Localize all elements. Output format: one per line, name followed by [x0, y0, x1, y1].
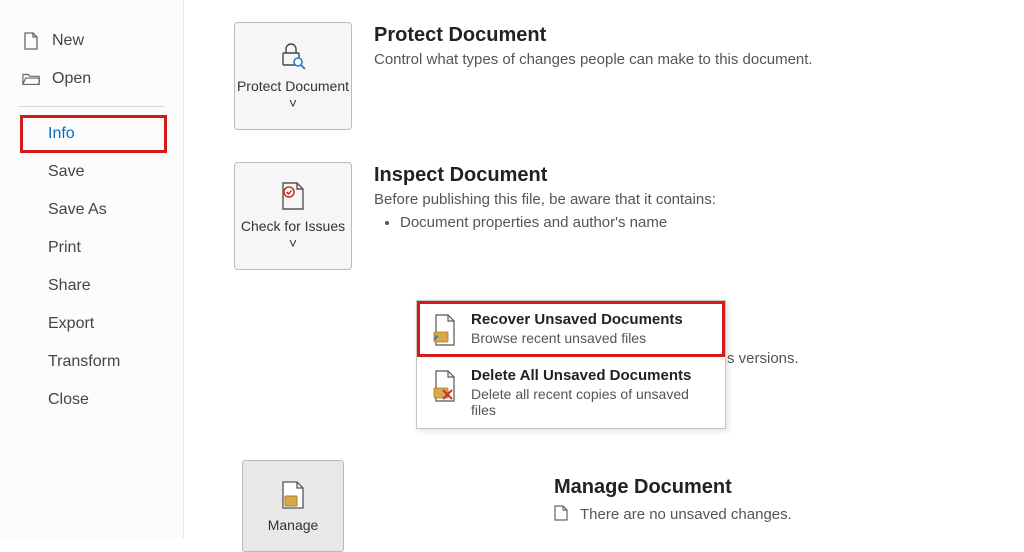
delete-text: Delete All Unsaved Documents Delete all … — [471, 367, 711, 418]
sidebar-label-info: Info — [48, 125, 75, 143]
protect-tile-label: Protect Document ˅ — [235, 78, 351, 112]
delete-desc: Delete all recent copies of unsaved file… — [471, 386, 711, 418]
protect-desc: Control what types of changes people can… — [374, 51, 813, 68]
sidebar-label-share: Share — [48, 277, 91, 295]
sidebar-item-share[interactable]: Share — [0, 267, 183, 305]
inspect-text: Inspect Document Before publishing this … — [374, 162, 716, 231]
manage-document-menu: Recover Unsaved Documents Browse recent … — [416, 300, 726, 429]
sidebar-label-save-as: Save As — [48, 201, 107, 219]
sidebar-item-export[interactable]: Export — [0, 305, 183, 343]
inspect-item-properties: Document properties and author's name — [400, 214, 716, 231]
sidebar-item-close[interactable]: Close — [0, 381, 183, 419]
check-issues-label: Check for Issues ˅ — [235, 218, 351, 252]
document-small-icon — [554, 505, 572, 523]
manage-tile-label: Manage — [268, 517, 319, 533]
sidebar-divider — [18, 106, 165, 107]
recover-title: Recover Unsaved Documents — [471, 311, 683, 328]
sidebar-label-save: Save — [48, 163, 84, 181]
protect-document-button[interactable]: Protect Document ˅ — [234, 22, 352, 130]
inspect-heading: Inspect Document — [374, 164, 716, 187]
inspect-section: Check for Issues ˅ Inspect Document Befo… — [184, 162, 1024, 270]
recover-desc: Browse recent unsaved files — [471, 330, 683, 346]
manage-document-button[interactable]: Manage — [242, 460, 344, 552]
sidebar-item-transform[interactable]: Transform — [0, 343, 183, 381]
protect-heading: Protect Document — [374, 24, 813, 47]
sidebar-label-new: New — [52, 32, 84, 50]
check-for-issues-button[interactable]: Check for Issues ˅ — [234, 162, 352, 270]
delete-document-icon — [431, 369, 459, 403]
versions-fragment: s versions. — [727, 350, 799, 367]
manage-text: Manage Document There are no unsaved cha… — [554, 476, 792, 523]
sidebar-item-save[interactable]: Save — [0, 153, 183, 191]
manage-document-icon — [280, 480, 306, 513]
check-document-icon — [277, 180, 309, 212]
sidebar-label-print: Print — [48, 239, 81, 257]
recover-document-icon — [431, 313, 459, 347]
sidebar-label-close: Close — [48, 391, 89, 409]
sidebar-item-print[interactable]: Print — [0, 229, 183, 267]
recover-unsaved-documents-item[interactable]: Recover Unsaved Documents Browse recent … — [417, 301, 725, 357]
lock-search-icon — [277, 40, 309, 72]
sidebar-item-new[interactable]: New — [0, 22, 183, 60]
recover-text: Recover Unsaved Documents Browse recent … — [471, 311, 683, 346]
inspect-desc: Before publishing this file, be aware th… — [374, 191, 716, 208]
protect-text: Protect Document Control what types of c… — [374, 22, 813, 74]
new-document-icon — [22, 32, 40, 50]
sidebar-label-transform: Transform — [48, 353, 120, 371]
manage-heading: Manage Document — [554, 476, 792, 499]
sidebar-item-save-as[interactable]: Save As — [0, 191, 183, 229]
sidebar-item-open[interactable]: Open — [0, 60, 183, 98]
sidebar-label-export: Export — [48, 315, 94, 333]
sidebar-label-open: Open — [52, 70, 91, 88]
manage-no-unsaved: There are no unsaved changes. — [580, 506, 792, 523]
info-panel: Protect Document ˅ Protect Document Cont… — [184, 0, 1024, 538]
backstage-sidebar: New Open Info Save Save As Print Share E… — [0, 0, 184, 538]
open-folder-icon — [22, 70, 40, 88]
sidebar-item-info[interactable]: Info — [20, 115, 167, 153]
delete-title: Delete All Unsaved Documents — [471, 367, 711, 384]
protect-section: Protect Document ˅ Protect Document Cont… — [184, 22, 1024, 130]
delete-unsaved-documents-item[interactable]: Delete All Unsaved Documents Delete all … — [417, 357, 725, 428]
